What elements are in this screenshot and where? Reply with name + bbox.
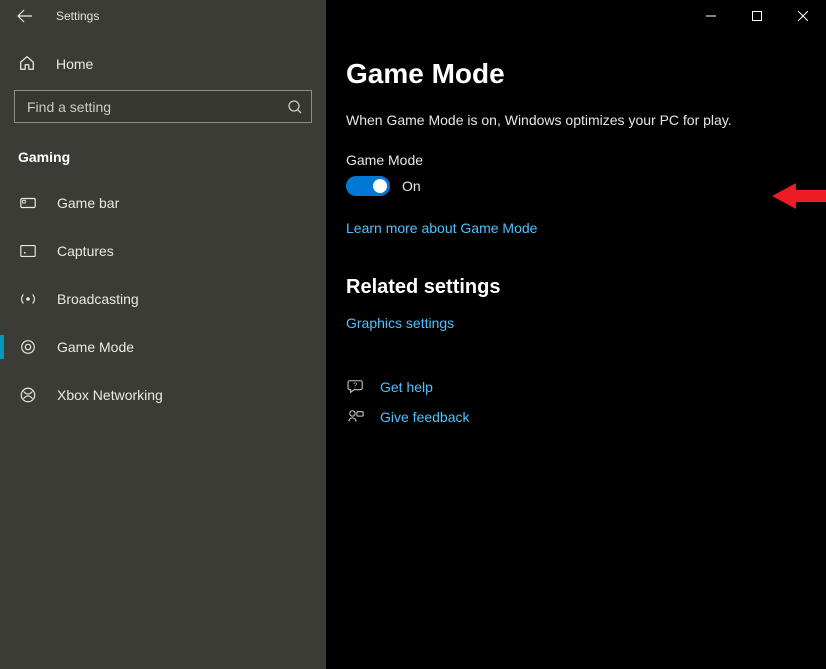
get-help-link[interactable]: Get help — [380, 379, 433, 395]
related-heading: Related settings — [346, 276, 790, 299]
main-panel: Game Mode When Game Mode is on, Windows … — [326, 0, 826, 669]
captures-icon — [18, 241, 38, 261]
back-arrow-icon — [17, 8, 33, 24]
sidebar-item-game-bar[interactable]: Game bar — [0, 179, 326, 227]
graphics-settings-link[interactable]: Graphics settings — [346, 315, 454, 331]
broadcasting-icon — [18, 289, 38, 309]
sidebar-item-label: Xbox Networking — [57, 387, 163, 403]
page-description: When Game Mode is on, Windows optimizes … — [346, 112, 790, 128]
sidebar-item-broadcasting[interactable]: Broadcasting — [0, 275, 326, 323]
annotation-arrow-icon — [772, 181, 826, 211]
home-label: Home — [56, 56, 93, 72]
game-mode-toggle[interactable] — [346, 176, 390, 196]
sidebar: Settings Home Gaming Game bar Captures — [0, 0, 326, 669]
search-box[interactable] — [14, 90, 312, 123]
feedback-icon — [346, 409, 366, 425]
give-feedback-row[interactable]: Give feedback — [346, 409, 790, 425]
toggle-label: Game Mode — [346, 152, 790, 168]
toggle-row: On — [346, 176, 790, 196]
category-label: Gaming — [0, 145, 326, 179]
sidebar-item-captures[interactable]: Captures — [0, 227, 326, 275]
help-section: ? Get help Give feedback — [346, 379, 790, 425]
home-nav-item[interactable]: Home — [0, 32, 326, 90]
sidebar-item-label: Game Mode — [57, 339, 134, 355]
learn-more-link[interactable]: Learn more about Game Mode — [346, 220, 537, 236]
help-icon: ? — [346, 379, 366, 395]
home-icon — [18, 54, 38, 74]
sidebar-nav: Game bar Captures Broadcasting Game Mode… — [0, 179, 326, 419]
game-bar-icon — [18, 193, 38, 213]
titlebar-left: Settings — [0, 0, 326, 32]
give-feedback-link[interactable]: Give feedback — [380, 409, 470, 425]
sidebar-item-label: Broadcasting — [57, 291, 139, 307]
get-help-row[interactable]: ? Get help — [346, 379, 790, 395]
search-input[interactable] — [27, 99, 287, 115]
sidebar-item-label: Game bar — [57, 195, 119, 211]
content: Game Mode When Game Mode is on, Windows … — [326, 0, 826, 425]
page-title: Game Mode — [346, 58, 790, 90]
svg-text:?: ? — [353, 381, 357, 389]
search-icon — [287, 99, 303, 115]
toggle-state: On — [402, 178, 421, 194]
game-mode-icon — [18, 337, 38, 357]
sidebar-item-label: Captures — [57, 243, 114, 259]
back-button[interactable] — [16, 7, 34, 25]
sidebar-item-game-mode[interactable]: Game Mode — [0, 323, 326, 371]
xbox-icon — [18, 385, 38, 405]
app-title: Settings — [56, 9, 99, 23]
sidebar-item-xbox-networking[interactable]: Xbox Networking — [0, 371, 326, 419]
